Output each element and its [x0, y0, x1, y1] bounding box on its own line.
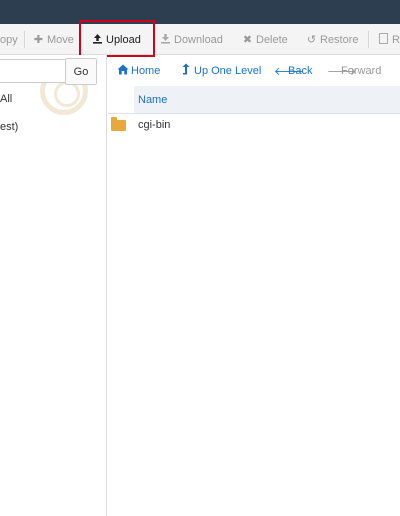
collapse-all-link[interactable]: All	[0, 93, 12, 105]
file-name: cgi-bin	[138, 119, 171, 131]
delete-label: Delete	[256, 33, 288, 46]
toolbar-divider	[24, 31, 25, 48]
arrow-right-icon: 🡒	[327, 65, 357, 78]
copy-button[interactable]: opy	[0, 24, 18, 55]
copy-label: opy	[0, 33, 18, 46]
download-label: Download	[174, 33, 223, 46]
download-icon	[160, 33, 171, 47]
move-button[interactable]: ✚ Move	[33, 24, 74, 55]
folder-icon	[111, 117, 126, 131]
up-one-level-label: Up One Level	[194, 64, 262, 77]
back-label: Back	[288, 64, 313, 77]
restore-button[interactable]: ↺ Restore	[306, 24, 359, 55]
directory-tree-panel: Go All est)	[0, 55, 107, 516]
delete-button[interactable]: ✖ Delete	[242, 24, 288, 55]
rename-label: Re	[392, 33, 400, 46]
name-column-header[interactable]: Name	[134, 86, 400, 114]
file-icon	[378, 32, 389, 47]
path-input[interactable]	[0, 59, 66, 83]
download-button[interactable]: Download	[160, 24, 223, 55]
top-header-bar	[0, 0, 400, 24]
toolbar-divider	[368, 31, 369, 48]
forward-button[interactable]: 🡒 Forward	[327, 55, 381, 86]
tree-item-home[interactable]: est)	[0, 121, 18, 133]
name-column-label: Name	[138, 93, 168, 106]
home-label: Home	[131, 64, 161, 77]
header-icon-column	[108, 86, 134, 114]
forward-label: Forward	[341, 64, 382, 77]
upload-highlight-box	[79, 20, 155, 57]
restore-label: Restore	[320, 33, 359, 46]
move-label: Move	[47, 33, 74, 46]
rename-button[interactable]: Re	[378, 24, 400, 55]
arrow-left-icon: 🡐	[274, 65, 304, 78]
level-up-icon	[180, 63, 191, 78]
file-manager-toolbar: opy ✚ Move Upload Download ✖ Delete ↺ Re…	[0, 24, 400, 55]
home-icon	[117, 64, 129, 78]
undo-icon: ↺	[306, 34, 317, 46]
home-button[interactable]: Home	[117, 55, 160, 86]
table-row[interactable]: cgi-bin	[108, 114, 400, 138]
go-label: Go	[73, 65, 89, 78]
x-icon: ✖	[242, 34, 253, 46]
plus-icon: ✚	[33, 34, 44, 46]
navigation-bar: Home Up One Level 🡐 Back 🡒 Forward	[108, 55, 400, 86]
back-button[interactable]: 🡐 Back	[274, 55, 312, 86]
up-one-level-button[interactable]: Up One Level	[180, 55, 261, 86]
file-table-header: Name	[108, 86, 400, 114]
go-button[interactable]: Go	[65, 58, 97, 85]
